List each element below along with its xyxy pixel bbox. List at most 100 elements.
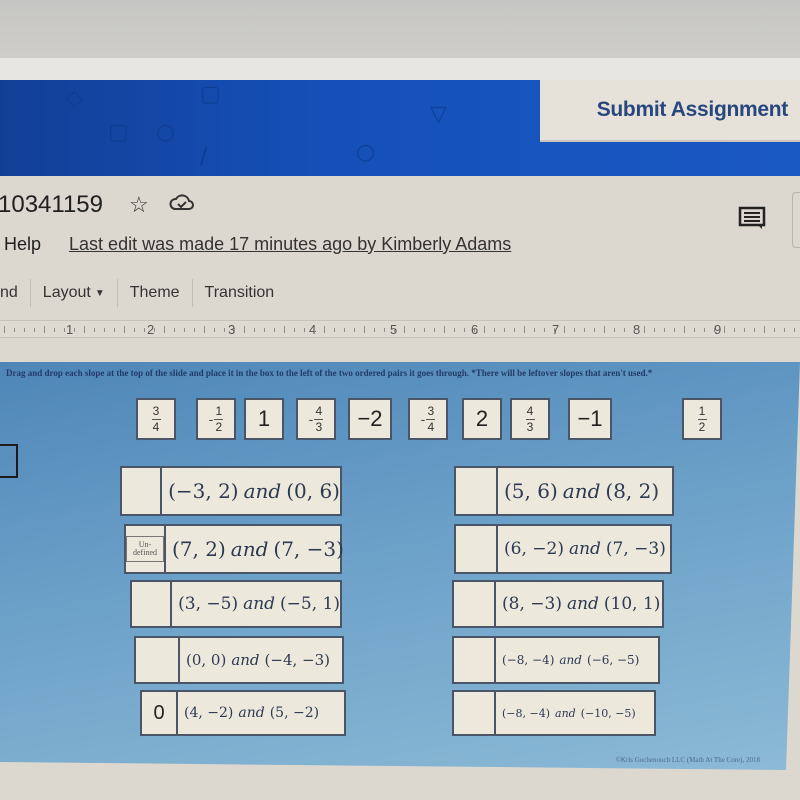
slope-card[interactable]: -12	[196, 398, 236, 440]
ruler-tick	[374, 328, 375, 332]
ordered-pair-row: (5, 6) and (8, 2)	[454, 466, 674, 516]
ruler-tick	[284, 326, 285, 333]
ruler-tick	[34, 328, 35, 332]
ruler-tick	[124, 326, 125, 333]
toolbar-item-theme[interactable]: Theme	[118, 278, 192, 308]
submit-assignment-button[interactable]: Submit Assignment	[597, 98, 789, 122]
slope-card[interactable]: 2	[462, 398, 502, 440]
ruler-tick	[454, 328, 455, 332]
ruler-tick	[364, 326, 365, 333]
ruler-tick	[564, 326, 565, 333]
slope-fraction: 34	[151, 403, 161, 434]
slope-fraction: 12	[697, 404, 707, 434]
ruler-tick	[244, 326, 245, 333]
decor-shape-icon: ▢	[200, 82, 221, 107]
ruler-tick	[754, 328, 755, 332]
toolbar-item-layout[interactable]: Layout ▼	[31, 278, 117, 308]
slope-card[interactable]: 34	[136, 398, 176, 440]
and-word: and	[568, 539, 601, 559]
slope-drop-box[interactable]	[454, 638, 496, 682]
toolbar-item-background[interactable]: nd	[0, 278, 30, 308]
ruler-tick	[534, 328, 535, 332]
placed-slope[interactable]: Un-defined	[126, 536, 164, 562]
slope-card[interactable]: −2	[348, 398, 392, 440]
ruler-tick	[514, 328, 515, 332]
ruler-tick	[224, 328, 225, 332]
slope-card[interactable]: −1	[568, 398, 612, 440]
ruler-tick	[714, 328, 715, 332]
slope-drop-box[interactable]	[122, 468, 163, 514]
decor-shape-icon: ◇	[66, 86, 83, 111]
document-title[interactable]: 10341159	[0, 191, 103, 219]
menu-row: Help Last edit was made 17 minutes ago b…	[0, 230, 511, 258]
slope-drop-box[interactable]	[454, 582, 496, 626]
ruler-tick	[344, 328, 345, 332]
slope-drop-box[interactable]	[136, 638, 180, 682]
offslide-shape-outline[interactable]	[0, 444, 18, 478]
and-word: and	[559, 653, 582, 667]
ruler-tick	[654, 328, 655, 332]
and-word: and	[231, 651, 260, 669]
first-point: (6, −2)	[504, 539, 564, 559]
slope-card[interactable]: 43	[510, 398, 550, 440]
slope-drop-box[interactable]: Un-defined	[126, 526, 166, 572]
slope-drop-box[interactable]	[454, 692, 496, 734]
ordered-pair-row: (−3, 2) and (0, 6)	[120, 466, 342, 516]
slope-card[interactable]: 1	[244, 398, 284, 440]
ruler-tick	[554, 328, 555, 332]
ordered-pair-text: (5, 6) and (8, 2)	[498, 468, 672, 514]
ruler-tick	[404, 326, 405, 333]
slope-drop-box[interactable]	[456, 526, 498, 572]
comment-icon[interactable]	[738, 206, 766, 230]
ruler-tick	[584, 328, 585, 332]
ruler-tick	[694, 328, 695, 332]
ordered-pair-row: 0 (4, −2) and (5, −2)	[140, 690, 346, 736]
ordered-pair-text: (−8, −4) and (−6, −5)	[496, 638, 658, 682]
ruler-tick	[14, 328, 15, 332]
ordered-pair-row: (−8, −4) and (−10, −5)	[452, 690, 656, 736]
second-point: (8, 2)	[605, 479, 660, 503]
submit-panel: Submit Assignment	[540, 80, 800, 142]
ordered-pair-row: (3, −5) and (−5, 1)	[130, 580, 342, 628]
slope-card[interactable]: -34	[408, 398, 448, 440]
and-word: and	[230, 537, 269, 561]
first-point: (−3, 2)	[168, 479, 239, 503]
ruler-tick	[634, 328, 635, 332]
slope-value: 2	[475, 406, 489, 431]
cloud-saved-icon[interactable]	[169, 193, 195, 218]
menu-help[interactable]: Help	[4, 234, 41, 255]
slope-drop-box[interactable]	[132, 582, 173, 626]
ordered-pair-text: (7, 2) and (7, −3)	[166, 526, 344, 572]
slope-card[interactable]: 12	[682, 398, 722, 440]
first-point: (−8, −4)	[502, 653, 555, 667]
ordered-pair-text: (−3, 2) and (0, 6)	[162, 468, 340, 514]
first-point: (0, 0)	[186, 651, 227, 669]
decor-shape-icon: ▢	[108, 120, 129, 145]
ruler-tick	[624, 328, 625, 332]
horizontal-ruler[interactable]: 123456789	[0, 320, 800, 338]
ruler-tick	[64, 328, 65, 332]
star-icon[interactable]: ☆	[129, 192, 149, 218]
ruler-tick	[384, 328, 385, 332]
slides-toolbar: nd Layout ▼ Theme Transition	[0, 278, 286, 308]
ruler-tick	[644, 326, 645, 333]
ordered-pair-text: (3, −5) and (−5, 1)	[172, 582, 340, 626]
ruler-tick	[234, 328, 235, 332]
denominator: 2	[698, 419, 706, 434]
slope-drop-box[interactable]	[456, 468, 498, 514]
last-edit-link[interactable]: Last edit was made 17 minutes ago by Kim…	[69, 234, 511, 255]
placed-slope[interactable]: 0	[153, 702, 164, 725]
second-point: (−10, −5)	[580, 706, 636, 720]
numerator: 3	[152, 403, 160, 418]
toolbar-item-transition[interactable]: Transition	[193, 278, 287, 308]
ordered-pair-row: (0, 0) and (−4, −3)	[134, 636, 344, 684]
ruler-tick	[214, 328, 215, 332]
ruler-tick	[74, 328, 75, 332]
numerator: 1	[215, 403, 223, 418]
second-point: (7, −3)	[605, 539, 666, 559]
second-point: (10, 1)	[603, 594, 661, 614]
slope-card[interactable]: -43	[296, 398, 336, 440]
slope-drop-box[interactable]: 0	[142, 692, 178, 734]
and-word: and	[238, 705, 265, 721]
denominator: 4	[152, 419, 160, 434]
